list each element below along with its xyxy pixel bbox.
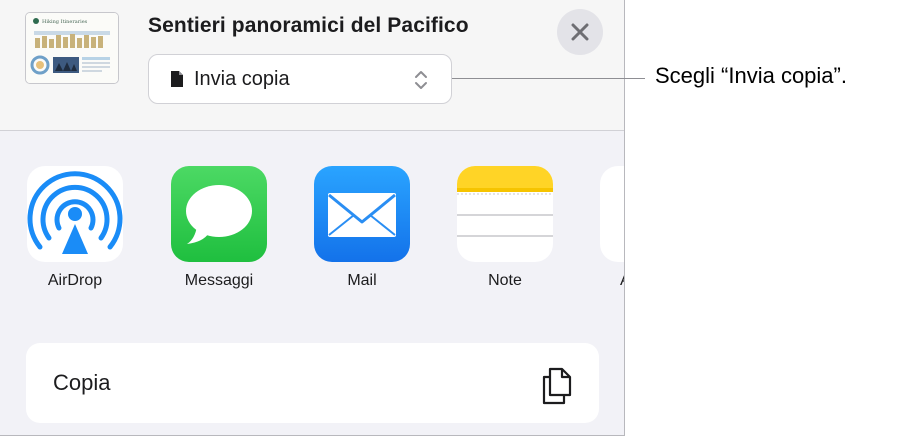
copy-icon [542, 367, 572, 405]
send-format-label: Invia copia [194, 68, 290, 90]
share-app-mail[interactable]: Mail [314, 166, 410, 289]
messages-icon [171, 166, 267, 262]
notes-label: Note [488, 272, 522, 289]
messages-label: Messaggi [184, 272, 254, 289]
mail-label: Mail [347, 272, 377, 289]
callout-text: Scegli “Invia copia”. [655, 63, 847, 88]
share-app-messages[interactable]: Messaggi [171, 166, 267, 289]
chevron-updown-icon [415, 71, 427, 89]
send-format-select[interactable]: Invia copia [148, 54, 452, 104]
copy-action[interactable]: Copia [26, 343, 599, 423]
app-icon [600, 166, 624, 262]
share-sheet: Hiking Itineraries Sentieri panoramici d… [0, 0, 625, 436]
close-icon [571, 23, 589, 41]
notes-icon [457, 166, 553, 262]
callout-line [452, 78, 645, 79]
airdrop-icon [27, 166, 123, 262]
thumbnail-title: Hiking Itineraries [42, 19, 88, 25]
document-title: Sentieri panoramici del Pacifico [148, 14, 469, 37]
close-button[interactable] [557, 9, 603, 55]
mail-icon [314, 166, 410, 262]
partial-app-label: A [600, 272, 624, 290]
doc-icon [171, 71, 183, 87]
copy-label: Copia [53, 370, 111, 395]
airdrop-label: AirDrop [47, 272, 103, 289]
share-app-notes[interactable]: Note [457, 166, 553, 289]
document-thumbnail: Hiking Itineraries [25, 12, 119, 84]
share-app-airdrop[interactable]: AirDrop [27, 166, 123, 289]
share-header: Hiking Itineraries Sentieri panoramici d… [0, 0, 624, 131]
share-app-partial[interactable]: A [600, 166, 624, 289]
